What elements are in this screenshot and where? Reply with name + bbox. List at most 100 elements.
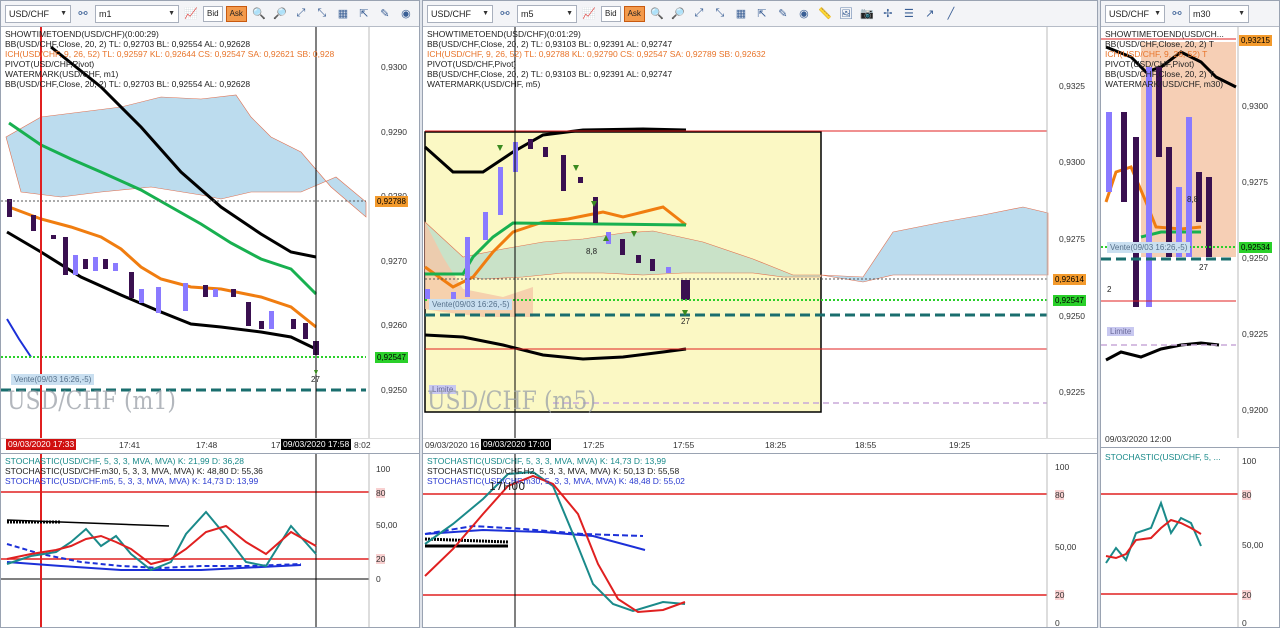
limit-label[interactable]: Limite (1107, 327, 1135, 336)
legend-line: PIVOT(USD/CHF,Pivot) (1105, 59, 1195, 69)
draw-icon[interactable]: ✎ (774, 5, 792, 23)
price-tick: 0,9250 (1059, 311, 1085, 321)
globe-icon[interactable]: ◉ (397, 5, 415, 23)
price-tick: 0,9275 (1242, 177, 1268, 187)
symbol-select[interactable]: USD/CHF ▼ (427, 4, 493, 23)
menu-icon[interactable]: ☰ (900, 5, 918, 23)
osc-tick: 50,00 (1055, 542, 1077, 552)
legend-line: STOCHASTIC(USD/CHF.m5, 5, 3, 3, MVA, MVA… (5, 476, 259, 486)
bb-mid-line (6, 318, 32, 358)
legend-line: BB(USD/CHF,Close, 20, 2) TL: 0,93103 BL:… (427, 69, 673, 79)
price-tick: 0,9290 (381, 127, 407, 137)
chart-type-icon[interactable]: 📈 (580, 5, 598, 23)
arrow-label: 27 (681, 317, 690, 326)
draw-icon[interactable]: ✎ (376, 5, 394, 23)
stochastic-panel[interactable]: STOCHASTIC(USD/CHF, 5, ... 100 80 50,00 … (1101, 447, 1279, 627)
bb-lower (6, 230, 317, 351)
price-chart[interactable]: SHOWTIMETOEND(USD/CHF)(0:01:29) BB(USD/C… (423, 27, 1097, 438)
osc-tick: 20 (1242, 590, 1252, 600)
timeframe-select[interactable]: m5 ▼ (517, 4, 577, 23)
zoom-in-icon[interactable]: 🔍 (648, 5, 666, 23)
legend-line: STOCHASTIC(USD/CHF, 5, 3, 3, MVA, MVA) K… (427, 456, 667, 466)
link-icon[interactable]: ⚯ (1168, 5, 1186, 23)
timeframe-select[interactable]: m1 ▼ (95, 4, 179, 23)
legend-line: BB(USD/CHF,Close, 20, 2) TL: 0,93103 BL:… (427, 39, 673, 49)
chevron-down-icon: ▼ (482, 10, 489, 17)
ruler-icon[interactable]: 📏 (816, 5, 834, 23)
symbol-select[interactable]: USD/CHF ▼ (1105, 4, 1165, 23)
price-tick: 0,9275 (1059, 234, 1085, 244)
stochastic-svg (1101, 448, 1239, 627)
price-chart[interactable]: SHOWTIMETOEND(USD/CHF)(0:00:29) BB(USD/C… (1, 27, 419, 438)
indicator-icon[interactable]: ▦ (334, 5, 352, 23)
chart-legend: SHOWTIMETOEND(USD/CHF)(0:01:29) BB(USD/C… (427, 29, 766, 89)
zoom-reset-icon[interactable]: ⤡ (313, 5, 331, 23)
image-icon[interactable]: 🖼 (837, 5, 855, 23)
chevron-down-icon: ▼ (1238, 10, 1245, 17)
stochastic-legend: STOCHASTIC(USD/CHF, 5, ... (1105, 452, 1221, 462)
stochastic-panel[interactable]: STOCHASTIC(USD/CHF, 5, 3, 3, MVA, MVA) K… (1, 453, 419, 627)
globe-icon[interactable]: ◉ (795, 5, 813, 23)
stochastic-panel[interactable]: STOCHASTIC(USD/CHF, 5, 3, 3, MVA, MVA) K… (423, 453, 1097, 627)
legend-line: SHOWTIMETOEND(USD/CHF)(0:00:29) (5, 29, 159, 39)
bid-button[interactable]: Bid (203, 5, 223, 22)
symbol-label: USD/CHF (9, 8, 49, 19)
price-tick: 0,9300 (1242, 101, 1268, 111)
line-icon[interactable]: ╱ (942, 5, 960, 23)
legend-line: ICH(USD/CHF, 9, 26, 52) TL: 0,92788 KL: … (427, 49, 766, 59)
time-tick: 8:02 (354, 440, 371, 450)
price-tick: 0,9225 (1059, 387, 1085, 397)
zoom-reset-icon[interactable]: ⤡ (711, 5, 729, 23)
zoom-out-icon[interactable]: 🔎 (271, 5, 289, 23)
legend-line: STOCHASTIC(USD/CHF.H2, 5, 3, 3, MVA, MVA… (427, 466, 680, 476)
bid-button[interactable]: Bid (601, 5, 621, 22)
chart-type-icon[interactable]: 📈 (182, 5, 200, 23)
timeframe-label: m1 (99, 8, 112, 19)
price-chart[interactable]: SHOWTIMETOEND(USD/CH... BB(USD/CHF,Close… (1101, 27, 1279, 438)
crosshair-icon[interactable]: ✢ (879, 5, 897, 23)
chart-panel-m5: USD/CHF ▼ ⚯ m5 ▼ 📈 Bid Ask 🔍 🔎 ⤢ ⤡ ▦ ⇱ ✎ ◉… (422, 0, 1098, 628)
time-tick: 17:48 (196, 440, 218, 450)
price-tag-ask: 0,92788 (375, 196, 408, 207)
zoom-in-icon[interactable]: 🔍 (250, 5, 268, 23)
chart-panel-m1: USD/CHF ▼ ⚯ m1 ▼ 📈 Bid Ask 🔍 🔎 ⤢ ⤡ ▦ ⇱ ✎ ◉ (0, 0, 420, 628)
time-tick: 19:25 (949, 440, 971, 450)
tenkan-line (8, 205, 317, 329)
zoom-fit-icon[interactable]: ⤢ (292, 5, 310, 23)
export-icon[interactable]: ⇱ (753, 5, 771, 23)
timeframe-select[interactable]: m30 ▼ (1189, 4, 1249, 23)
pivot-label: 8,8 (586, 247, 598, 256)
stochastic-legend: STOCHASTIC(USD/CHF, 5, 3, 3, MVA, MVA) K… (5, 456, 263, 486)
time-tick: 17 (271, 440, 281, 450)
legend-line: WATERMARK(USD/CHF, m5) (427, 79, 541, 89)
osc-tick: 100 (1055, 462, 1070, 472)
legend-line: STOCHASTIC(USD/CHF.m30, 5, 3, 3, MVA, MV… (427, 476, 685, 486)
link-icon[interactable]: ⚯ (74, 5, 92, 23)
zoom-fit-icon[interactable]: ⤢ (690, 5, 708, 23)
chart-legend: SHOWTIMETOEND(USD/CH... BB(USD/CHF,Close… (1105, 29, 1224, 89)
indicator-icon[interactable]: ▦ (732, 5, 750, 23)
timeframe-label: m30 (1193, 8, 1211, 19)
chart-toolbar: USD/CHF ▼ ⚯ m30 ▼ (1101, 1, 1279, 27)
price-tick: 0,9225 (1242, 329, 1268, 339)
price-tick: 0,9300 (381, 62, 407, 72)
ask-button[interactable]: Ask (623, 5, 645, 22)
time-current-label: 09/03/2020 17:00 (481, 439, 552, 450)
link-icon[interactable]: ⚯ (496, 5, 514, 23)
order-label[interactable]: Vente(09/03 16:26,-5) (429, 299, 513, 310)
chevron-down-icon: ▼ (566, 10, 573, 17)
symbol-select[interactable]: USD/CHF ▼ (5, 4, 71, 23)
order-label[interactable]: Vente(09/03 16:26,-5) (11, 374, 95, 385)
watermark: USD/CHF (m1) (7, 387, 176, 416)
chart-panel-m30: USD/CHF ▼ ⚯ m30 ▼ SHOWTIMETOEND(USD/CH..… (1100, 0, 1280, 628)
ichimoku-cloud-future (820, 206, 1049, 283)
order-label[interactable]: Vente(09/03 16:26,-5) (1107, 242, 1191, 253)
trend-icon[interactable]: ↗ (921, 5, 939, 23)
zoom-out-icon[interactable]: 🔎 (669, 5, 687, 23)
legend-line: WATERMARK(USD/CHF, m30) (1105, 79, 1224, 89)
osc-tick: 20 (1055, 590, 1065, 600)
camera-icon[interactable]: 📷 (858, 5, 876, 23)
legend-line: ICH(USD/CHF, 9, 26, 52) T (1105, 49, 1208, 59)
export-icon[interactable]: ⇱ (355, 5, 373, 23)
ask-button[interactable]: Ask (225, 5, 247, 22)
